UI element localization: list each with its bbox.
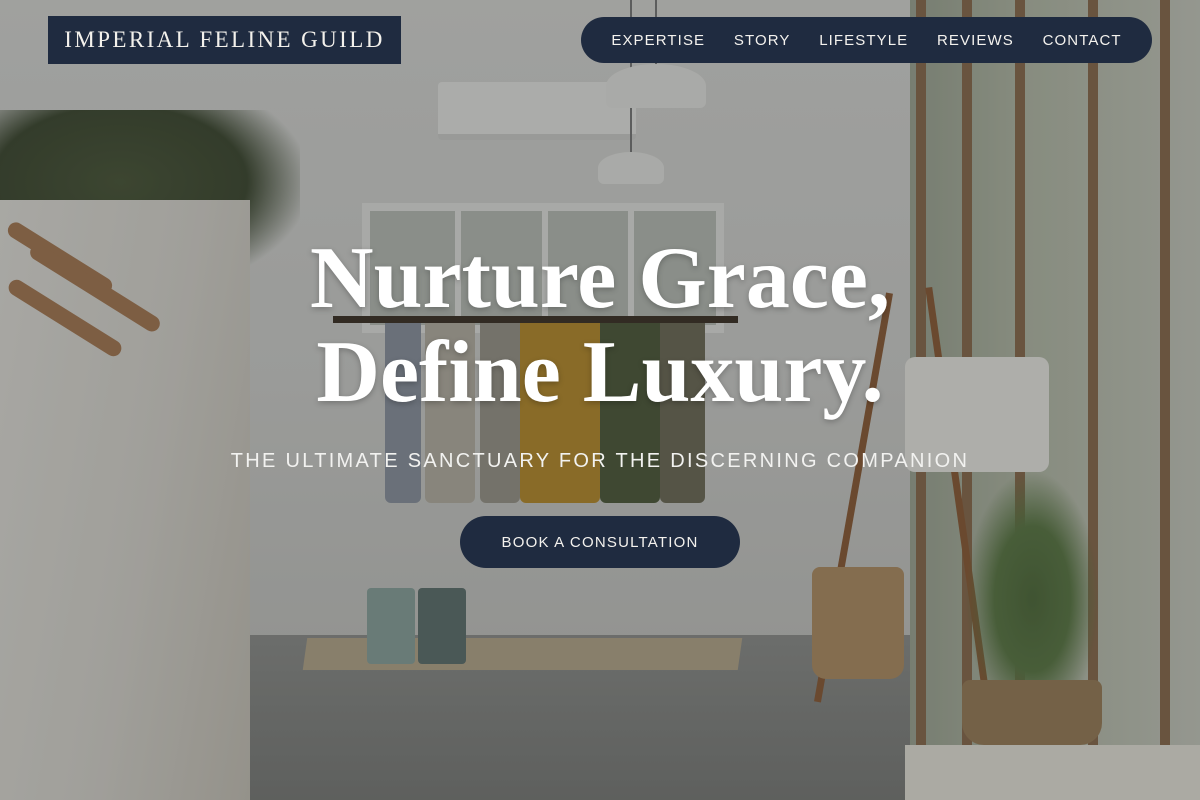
main-nav: EXPERTISE STORY LIFESTYLE REVIEWS CONTAC… xyxy=(581,17,1152,63)
book-consultation-button[interactable]: BOOK A CONSULTATION xyxy=(460,516,740,568)
hero-subtitle: THE ULTIMATE SANCTUARY FOR THE DISCERNIN… xyxy=(230,450,970,472)
nav-item-contact[interactable]: CONTACT xyxy=(1043,32,1122,49)
nav-item-expertise[interactable]: EXPERTISE xyxy=(611,32,705,49)
hero-title-line-1: Nurture Grace, xyxy=(310,230,890,327)
hero-title-line-2: Define Luxury. xyxy=(316,324,884,421)
hero-title: Nurture Grace, Define Luxury. xyxy=(0,232,1200,420)
nav-item-lifestyle[interactable]: LIFESTYLE xyxy=(819,32,908,49)
nav-item-reviews[interactable]: REVIEWS xyxy=(937,32,1014,49)
brand-logo[interactable]: IMPERIAL FELINE GUILD xyxy=(48,16,401,64)
brand-name: IMPERIAL FELINE GUILD xyxy=(64,27,385,52)
nav-item-story[interactable]: STORY xyxy=(734,32,791,49)
